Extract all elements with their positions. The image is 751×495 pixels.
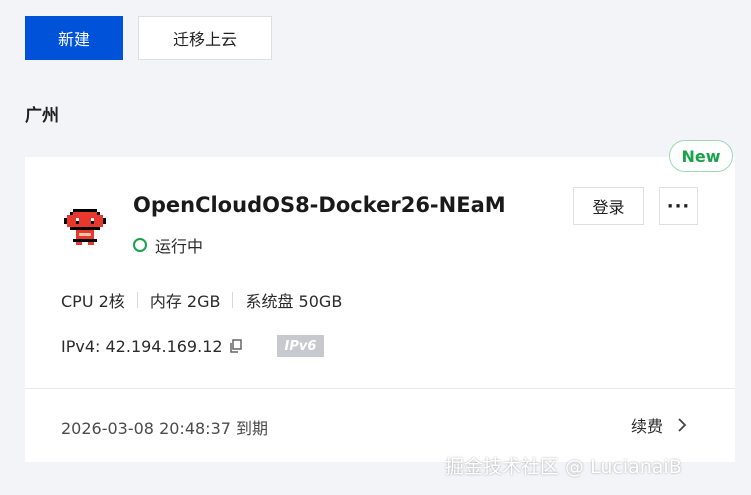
chevron-right-icon xyxy=(678,418,687,432)
renew-label: 续费 xyxy=(631,417,664,436)
instance-card: OpenCloudOS8-Docker26-NEaM 运行中 登录 ··· CP… xyxy=(25,157,735,462)
spec-divider xyxy=(136,292,138,308)
ip-row: IPv4: 42.194.169.12 IPv6 xyxy=(61,335,325,357)
new-button[interactable]: 新建 xyxy=(25,16,123,60)
new-badge: New xyxy=(669,140,733,172)
migrate-to-cloud-button[interactable]: 迁移上云 xyxy=(138,16,272,60)
watermark: 掘金技术社区 @ LucianaiB xyxy=(445,456,682,478)
expiry-date: 2026-03-08 20:48:37 到期 xyxy=(61,419,269,438)
more-actions-button[interactable]: ··· xyxy=(659,187,698,225)
disk-spec: 系统盘 50GB xyxy=(245,292,343,311)
cpu-spec: CPU 2核 xyxy=(61,292,125,311)
login-button[interactable]: 登录 xyxy=(573,187,644,225)
memory-spec: 内存 2GB xyxy=(149,292,221,311)
spec-divider xyxy=(232,292,234,308)
status-text: 运行中 xyxy=(155,237,204,256)
instance-specs: CPU 2核 内存 2GB 系统盘 50GB xyxy=(61,288,342,312)
instance-title[interactable]: OpenCloudOS8-Docker26-NEaM xyxy=(133,193,506,217)
ipv4-address: IPv4: 42.194.169.12 xyxy=(61,336,223,356)
card-divider xyxy=(25,388,735,389)
running-status-icon xyxy=(133,238,147,252)
ipv6-badge: IPv6 xyxy=(276,335,325,357)
region-heading: 广州 xyxy=(25,106,59,126)
copy-icon[interactable] xyxy=(229,339,243,353)
opencloudos-logo-icon xyxy=(64,209,106,245)
status-indicator: 运行中 xyxy=(133,233,203,257)
renew-link[interactable]: 续费 xyxy=(631,413,687,437)
